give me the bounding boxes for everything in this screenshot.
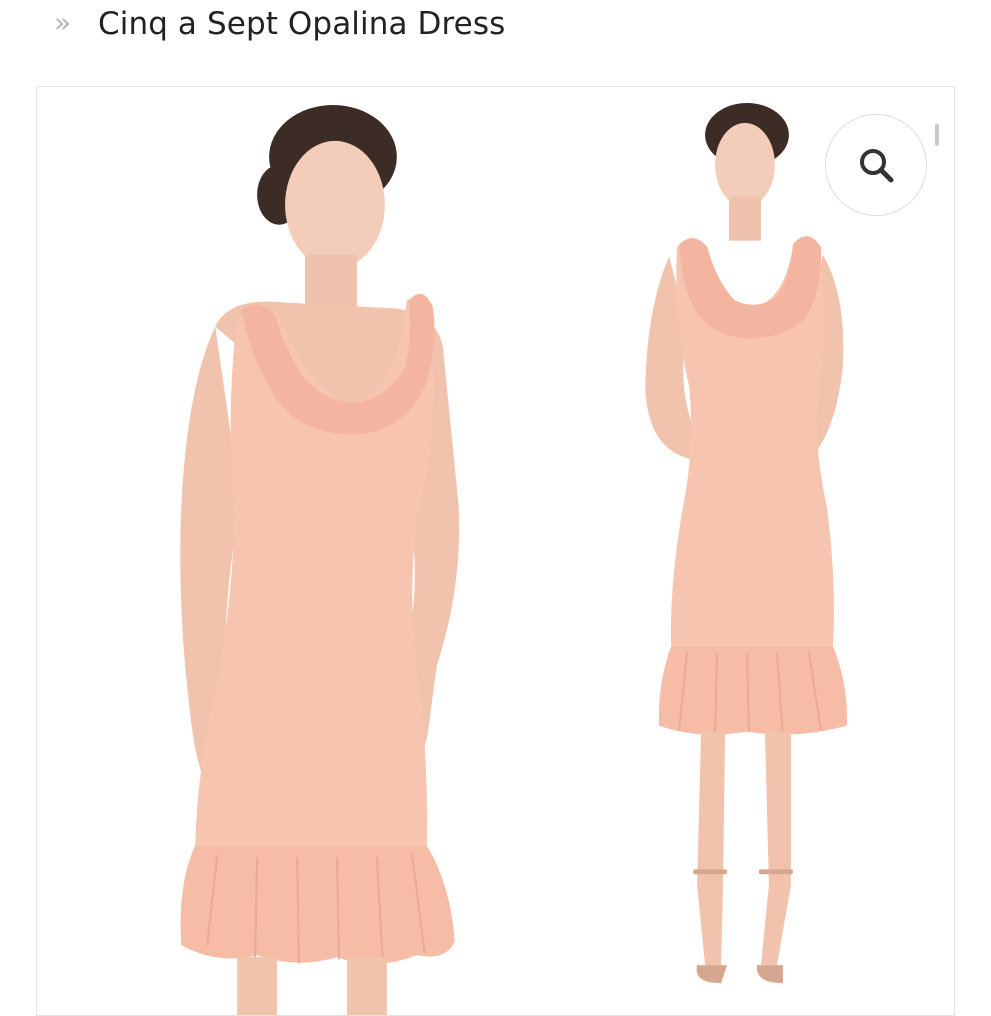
page-title: Cinq a Sept Opalina Dress (98, 6, 506, 42)
scroll-indicator (935, 124, 939, 146)
product-photo-front[interactable] (107, 87, 527, 1015)
product-photo-full[interactable] (597, 87, 897, 1015)
breadcrumb: » Cinq a Sept Opalina Dress (54, 0, 505, 48)
zoom-button[interactable] (825, 114, 927, 216)
breadcrumb-separator-icon: » (54, 6, 72, 39)
model-full-length-photo (645, 102, 848, 984)
product-image-gallery[interactable] (36, 86, 955, 1016)
model-front-three-quarter-photo (180, 104, 460, 1015)
search-icon (860, 149, 894, 183)
